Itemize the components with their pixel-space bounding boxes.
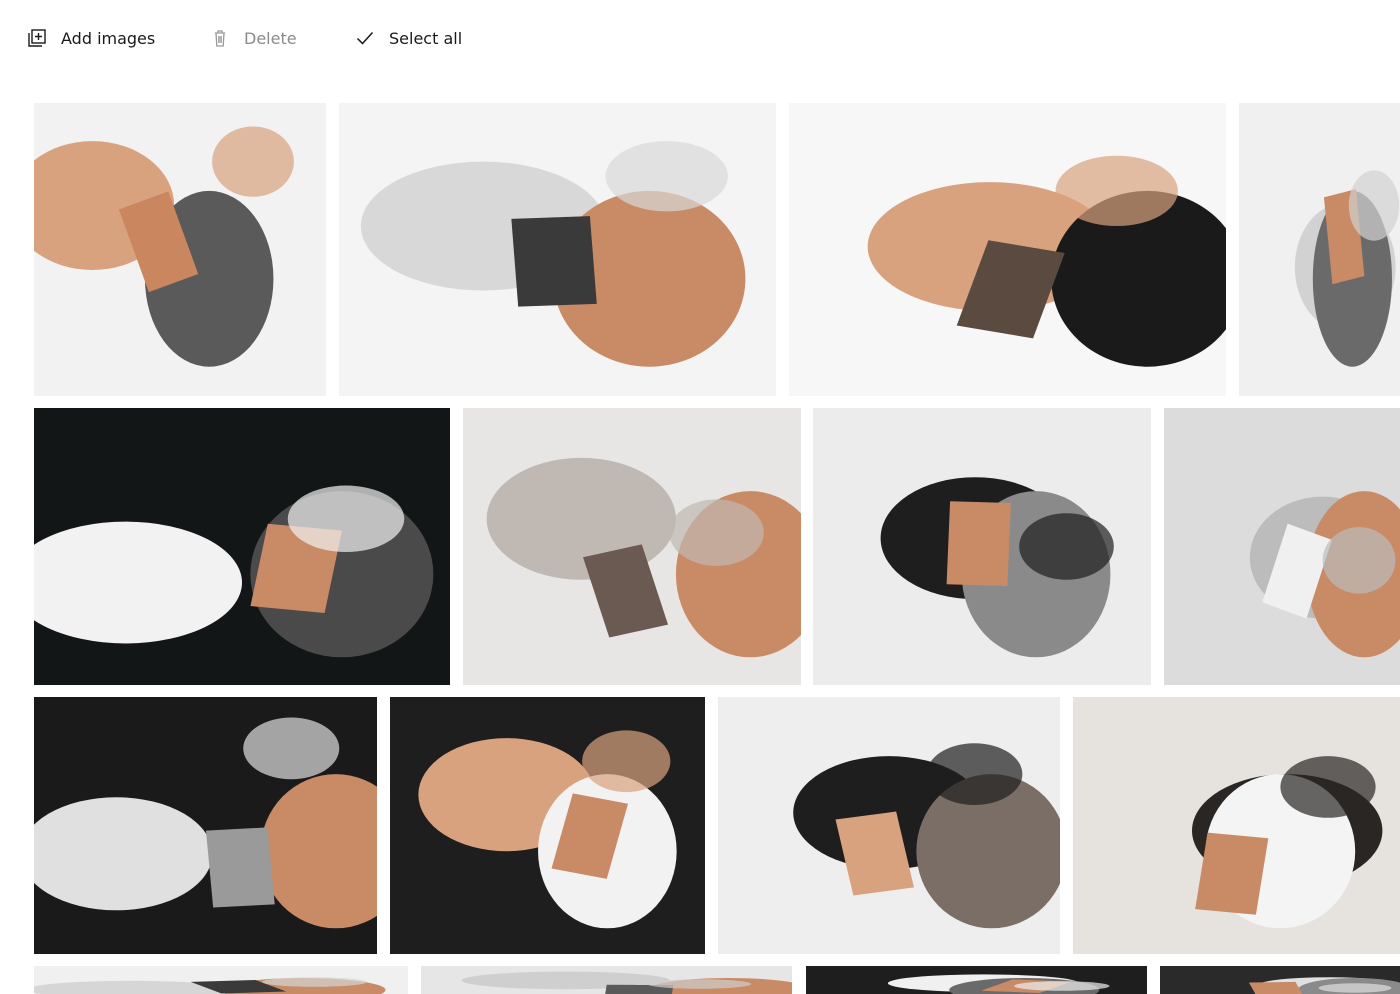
gallery-image-tile[interactable] — [34, 966, 408, 994]
photo-thumbnail — [1239, 103, 1400, 396]
gallery-image-tile[interactable] — [1160, 966, 1400, 994]
photo-thumbnail — [813, 408, 1151, 685]
photo-thumbnail — [34, 697, 377, 954]
gallery-image-tile[interactable] — [813, 408, 1151, 685]
photo-thumbnail — [1073, 697, 1400, 954]
gallery-image-tile[interactable] — [34, 697, 377, 954]
gallery-image-tile[interactable] — [806, 966, 1147, 994]
gallery-image-tile[interactable] — [34, 408, 450, 685]
photo-thumbnail — [421, 966, 792, 994]
photo-thumbnail — [34, 408, 450, 685]
photo-thumbnail — [1160, 966, 1400, 994]
add-image-icon — [27, 28, 47, 48]
photo-thumbnail — [34, 103, 326, 396]
photo-thumbnail — [390, 697, 705, 954]
photo-thumbnail — [718, 697, 1060, 954]
select-all-button[interactable]: Select all — [355, 22, 462, 54]
photo-thumbnail — [463, 408, 801, 685]
photo-thumbnail — [789, 103, 1226, 396]
photo-thumbnail — [34, 966, 408, 994]
photo-thumbnail — [339, 103, 776, 396]
gallery-image-tile[interactable] — [718, 697, 1060, 954]
gallery-image-tile[interactable] — [463, 408, 801, 685]
add-images-button[interactable]: Add images — [27, 22, 155, 54]
gallery-image-tile[interactable] — [1239, 103, 1400, 396]
delete-button[interactable]: Delete — [210, 22, 297, 54]
delete-label: Delete — [244, 28, 297, 48]
gallery-image-tile[interactable] — [789, 103, 1226, 396]
photo-thumbnail — [1164, 408, 1400, 685]
select-all-label: Select all — [389, 28, 463, 48]
image-gallery — [0, 0, 1400, 994]
gallery-image-tile[interactable] — [421, 966, 792, 994]
add-images-label: Add images — [61, 28, 156, 48]
gallery-image-tile[interactable] — [1164, 408, 1400, 685]
command-bar: Add images Delete Select all — [0, 0, 1400, 76]
photo-thumbnail — [806, 966, 1147, 994]
gallery-image-tile[interactable] — [339, 103, 776, 396]
trash-icon — [210, 28, 230, 48]
gallery-image-tile[interactable] — [34, 103, 326, 396]
gallery-image-tile[interactable] — [390, 697, 705, 954]
checkmark-icon — [355, 28, 375, 48]
gallery-image-tile[interactable] — [1073, 697, 1400, 954]
